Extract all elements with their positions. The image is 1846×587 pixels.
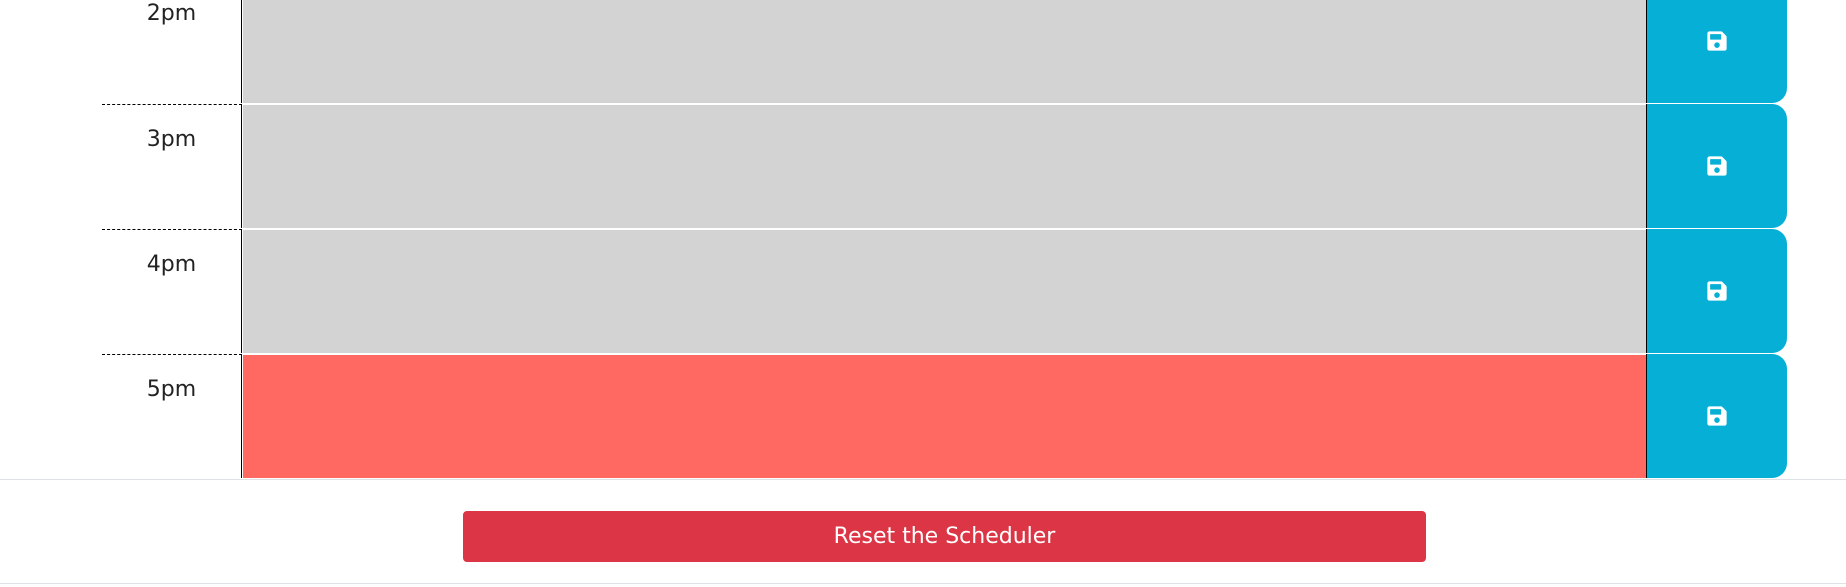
time-block-row: 5pm: [0, 354, 1846, 478]
time-block-row: 4pm: [0, 229, 1846, 353]
hour-text: 3pm: [146, 127, 197, 152]
event-description-input[interactable]: [243, 354, 1646, 478]
save-icon: [1707, 156, 1727, 176]
footer-divider: [0, 583, 1846, 584]
hour-text: 4pm: [146, 252, 197, 277]
save-icon: [1707, 281, 1727, 301]
scheduler: 2pm 3pm 4pm 5pm Reset the Scheduler: [0, 0, 1846, 587]
hour-text: 5pm: [146, 377, 197, 402]
hour-label: 4pm: [102, 229, 242, 353]
time-block-row: 3pm: [0, 104, 1846, 228]
save-button[interactable]: [1646, 229, 1787, 353]
save-icon: [1707, 31, 1727, 51]
save-button[interactable]: [1646, 104, 1787, 228]
save-button[interactable]: [1646, 354, 1787, 478]
hour-label: 5pm: [102, 354, 242, 478]
time-block-row: 2pm: [0, 0, 1846, 103]
hour-label: 3pm: [102, 104, 242, 228]
save-icon: [1707, 406, 1727, 426]
reset-scheduler-button[interactable]: Reset the Scheduler: [463, 511, 1426, 562]
save-button[interactable]: [1646, 0, 1787, 103]
event-description-input[interactable]: [243, 104, 1646, 228]
hour-text: 2pm: [146, 1, 197, 26]
hour-label: 2pm: [102, 0, 242, 103]
event-description-input[interactable]: [243, 229, 1646, 353]
footer-divider: [0, 479, 1846, 480]
event-description-input[interactable]: [243, 0, 1646, 103]
